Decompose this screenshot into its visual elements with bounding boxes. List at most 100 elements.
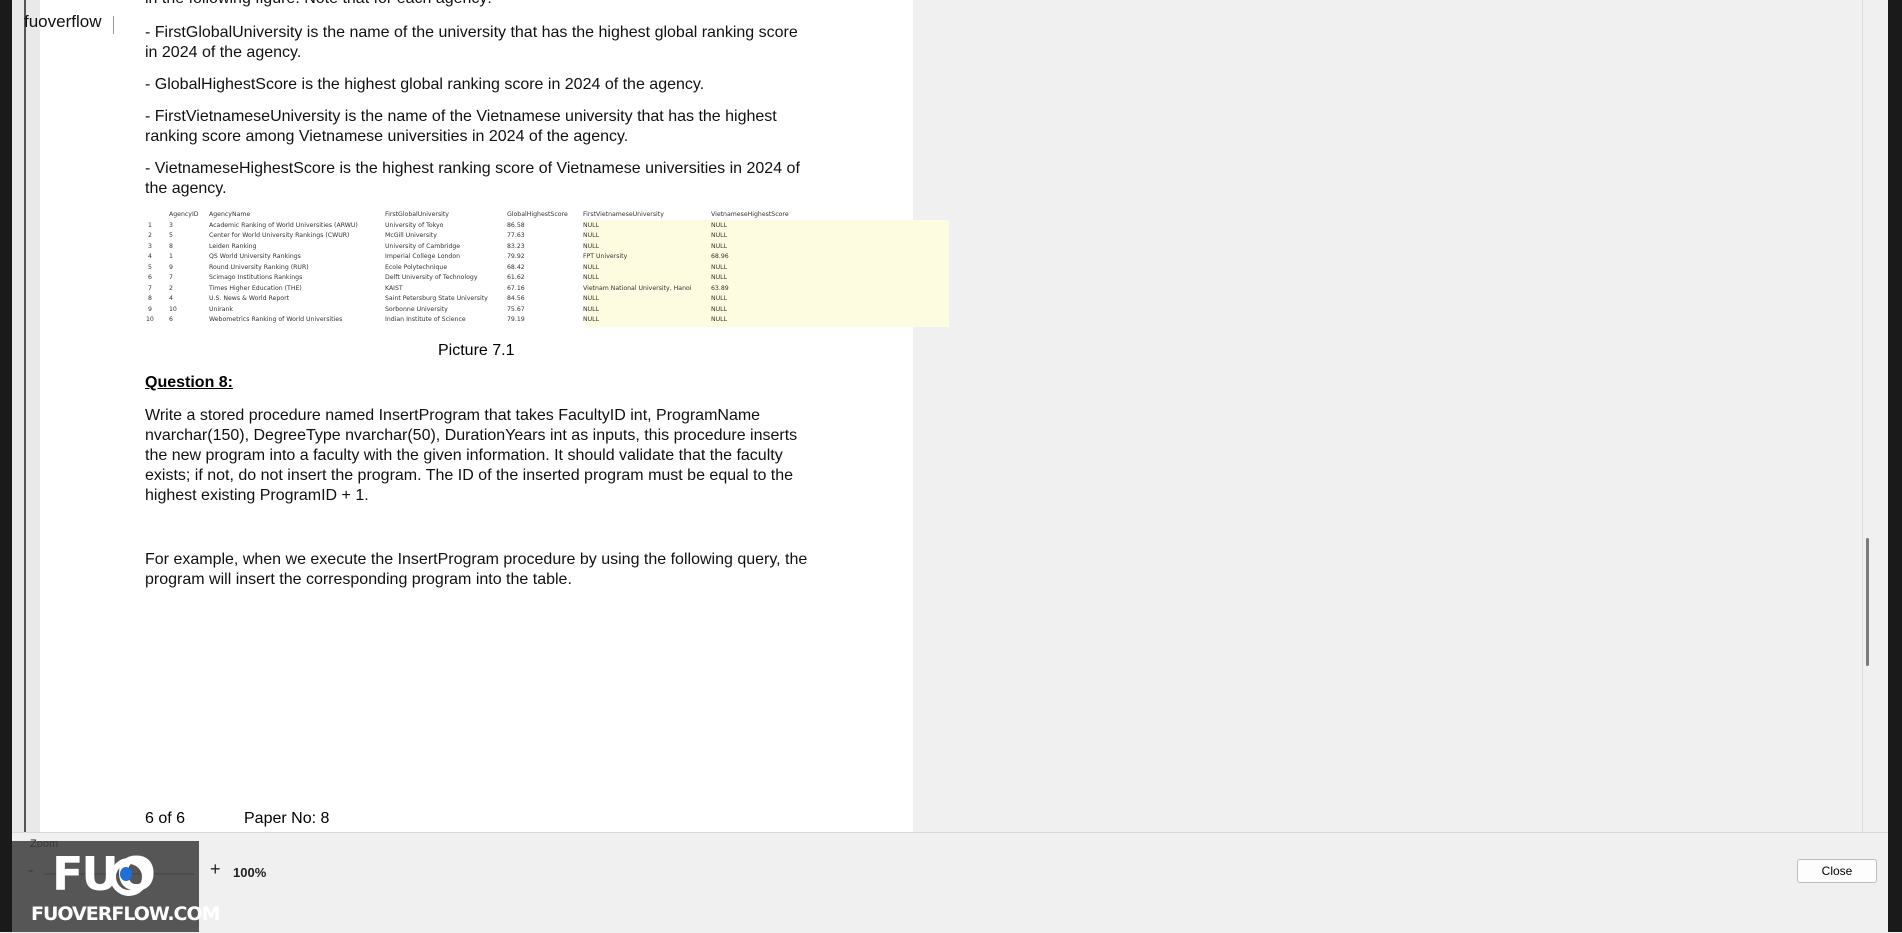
table-cell: University of Cambridge: [385, 242, 461, 250]
table-row: 1 3 Academic Ranking of World Universiti…: [145, 222, 807, 233]
viewer-divider: [24, 0, 26, 832]
table-cell: NULL: [583, 274, 600, 281]
bullet-text: - FirstGlobalUniversity is the name of t…: [145, 24, 798, 61]
table-row: 8 4 U.S. News & World Report Saint Peter…: [145, 295, 807, 306]
table-row: 3 8 Leiden Ranking University of Cambrid…: [145, 243, 807, 254]
table-cell: 1: [169, 253, 173, 260]
bullet-first-vietnamese-university: - FirstVietnameseUniversity is the name …: [145, 107, 810, 147]
page-indicator: 6 of 6: [145, 810, 186, 827]
table-cell: 79.92: [507, 253, 525, 260]
table-row: 2 5 Center for World University Rankings…: [145, 232, 807, 243]
title-separator: [113, 16, 114, 34]
table-cell: 84.56: [507, 295, 525, 302]
watermark-site-text: FUOVERFLOW.COM: [31, 903, 221, 925]
table-cell: Scimago Institutions Rankings: [209, 274, 303, 281]
table-cell: 61.62: [507, 274, 525, 281]
example-paragraph: For example, when we execute the InsertP…: [145, 550, 810, 590]
figure-caption: Picture 7.1: [438, 342, 515, 359]
table-cell: 5: [169, 232, 173, 239]
zoom-in-button[interactable]: +: [210, 859, 221, 880]
cut-off-line: in the following figure. Note that for e…: [145, 0, 492, 8]
table-row: 10 6 Webometrics Ranking of World Univer…: [145, 316, 807, 327]
table-cell: 9: [148, 305, 152, 313]
table-cell: 4: [169, 295, 173, 302]
table-cell: NULL: [583, 316, 600, 323]
table-cell: NULL: [583, 305, 600, 313]
table-cell: 3: [169, 221, 173, 229]
table-row: 4 1 QS World University Rankings Imperia…: [145, 253, 807, 264]
table-cell: Webometrics Ranking of World Universitie…: [209, 316, 343, 323]
table-cell: 8: [169, 242, 173, 250]
close-button[interactable]: Close: [1797, 859, 1877, 883]
table-cell: 10: [169, 305, 177, 313]
left-window-edge: [0, 0, 12, 932]
zoom-value: 100%: [233, 865, 267, 880]
bullet-text: - GlobalHighestScore is the highest glob…: [145, 76, 705, 93]
table-cell: NULL: [711, 274, 728, 281]
table-cell: 10: [146, 316, 154, 323]
table-cell: NULL: [711, 242, 728, 250]
table-cell: U.S. News & World Report: [209, 295, 290, 302]
bullet-global-highest-score: - GlobalHighestScore is the highest glob…: [145, 75, 810, 95]
table-cell: NULL: [583, 242, 600, 250]
table-header: VietnameseHighestScore: [711, 211, 789, 218]
table-cell: Imperial College London: [385, 253, 461, 260]
table-cell: NULL: [711, 295, 728, 302]
watermark-dot-icon: [120, 867, 132, 881]
table-cell: 75.67: [507, 305, 525, 313]
app-title: fuoverflow: [24, 12, 102, 31]
table-header: GlobalHighestScore: [507, 211, 568, 218]
table-cell: Leiden Ranking: [209, 242, 257, 250]
table-cell: 6: [148, 274, 152, 281]
table-cell: NULL: [711, 221, 728, 229]
question-heading: Question 8:: [145, 374, 234, 391]
table-cell: 83.23: [507, 242, 525, 250]
table-cell: 68.42: [507, 263, 525, 271]
table-cell: NULL: [711, 305, 728, 313]
table-cell: 79.19: [507, 316, 525, 323]
table-cell: 3: [148, 242, 152, 250]
table-header: [145, 211, 155, 222]
scrollbar-thumb[interactable]: [1866, 538, 1869, 666]
vertical-scrollbar[interactable]: [1862, 0, 1875, 832]
bullet-vietnamese-highest-score: - VietnameseHighestScore is the highest …: [145, 159, 810, 199]
table-header: FirstGlobalUniversity: [385, 211, 449, 218]
table-header: AgencyID: [169, 211, 199, 218]
table-cell: NULL: [583, 232, 600, 239]
table-cell: 63.89: [711, 284, 729, 292]
table-cell: Times Higher Education (THE): [209, 284, 302, 292]
table-cell: 2: [148, 232, 152, 239]
table-header: AgencyName: [209, 211, 251, 218]
table-cell: University of Tokyo: [385, 221, 444, 229]
table-cell: Saint Petersburg State University: [385, 295, 488, 302]
table-cell: 1: [148, 221, 152, 229]
table-cell: Indian Institute of Science: [385, 316, 466, 323]
bullet-text: - VietnameseHighestScore is the highest …: [145, 160, 800, 197]
table-cell: 6: [169, 316, 173, 323]
question-text: Write a stored procedure named InsertPro…: [145, 407, 798, 504]
table-cell: Unirank: [209, 305, 234, 313]
table-cell: NULL: [583, 295, 600, 302]
table-cell: 7: [148, 284, 152, 292]
table-row: 7 2 Times Higher Education (THE) KAIST 6…: [145, 285, 807, 296]
bullet-text: - FirstVietnameseUniversity is the name …: [145, 108, 777, 145]
table-cell: 4: [148, 253, 152, 260]
table-cell: NULL: [711, 232, 728, 239]
example-text: For example, when we execute the InsertP…: [145, 551, 808, 588]
table-cell: QS World University Rankings: [209, 253, 301, 260]
viewer-gutter: [12, 0, 41, 832]
table-cell: École Polytechnique: [385, 263, 448, 271]
bullet-first-global-university: - FirstGlobalUniversity is the name of t…: [145, 23, 810, 63]
table-cell: 77.63: [507, 232, 525, 239]
right-window-edge: [1888, 0, 1902, 932]
table-cell: McGill University: [385, 232, 437, 239]
bottom-toolbar: [12, 832, 1888, 933]
table-cell: 2: [169, 284, 173, 292]
table-cell: FPT University: [583, 253, 628, 260]
table-cell: Sorbonne University: [385, 305, 448, 313]
paper-number: Paper No: 8: [244, 810, 330, 827]
ranking-table-image: AgencyID AgencyName FirstGlobalUniversit…: [145, 211, 949, 330]
table-cell: 68.96: [711, 253, 729, 260]
table-cell: 86.58: [507, 221, 525, 229]
table-cell: Vietnam National University, Hanoi: [583, 284, 692, 292]
